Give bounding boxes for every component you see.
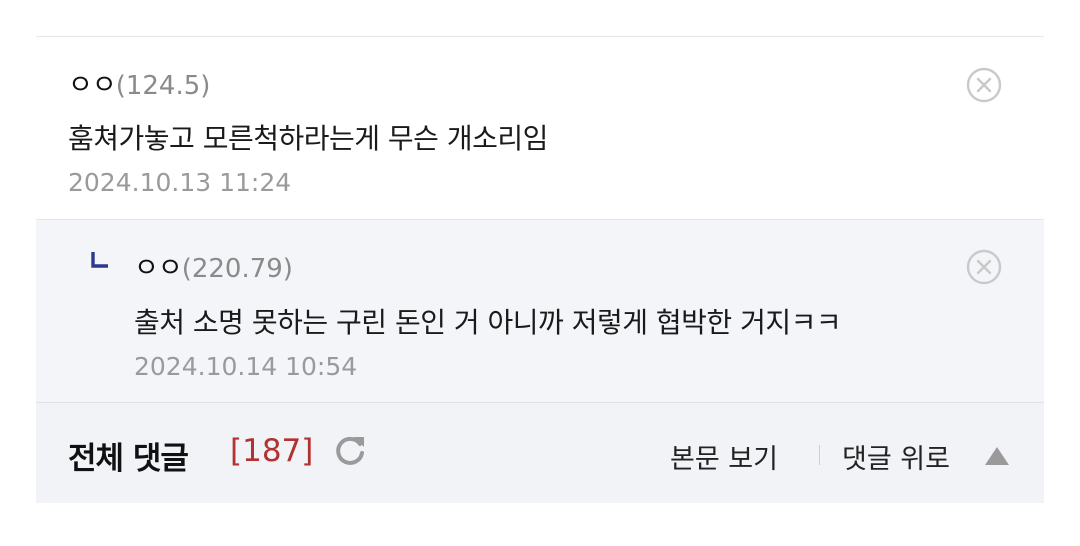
reply-date: 2024.10.14 10:54 <box>134 352 358 381</box>
reply-corner-icon <box>91 252 108 268</box>
reply-ip: (220.79) <box>181 254 293 284</box>
comment-item: ㅇㅇ (124.5) 훔쳐가놓고 모른척하라는게 무슨 개소리임 2024.10… <box>36 37 1044 219</box>
reply-item: ㅇㅇ (220.79) 출처 소명 못하는 구린 돈인 거 아니까 저렇게 협박… <box>36 219 1044 402</box>
to-top-link[interactable]: 댓글 위로 <box>842 437 950 476</box>
comment-author: ㅇㅇ (124.5) <box>68 63 210 102</box>
delete-reply-icon[interactable] <box>966 249 1002 285</box>
refresh-icon[interactable] <box>332 433 368 469</box>
all-comments-title: 전체 댓글 <box>68 441 189 477</box>
comment-count: [187] <box>230 433 314 469</box>
comment-date: 2024.10.13 11:24 <box>68 168 292 197</box>
comment-section: ㅇㅇ (124.5) 훔쳐가놓고 모른척하라는게 무슨 개소리임 2024.10… <box>36 0 1044 546</box>
delete-comment-icon[interactable] <box>966 67 1002 103</box>
footer-divider <box>819 445 820 465</box>
reply-author: ㅇㅇ (220.79) <box>134 246 293 285</box>
reply-nickname[interactable]: ㅇㅇ <box>134 246 183 285</box>
triangle-up-icon[interactable] <box>984 445 1010 467</box>
comment-footer: 전체 댓글 [187] 본문 보기 댓글 위로 <box>36 402 1044 503</box>
comment-ip: (124.5) <box>115 71 211 101</box>
comment-nickname[interactable]: ㅇㅇ <box>68 63 117 102</box>
comment-text: 훔쳐가놓고 모른척하라는게 무슨 개소리임 <box>68 122 548 155</box>
view-post-link[interactable]: 본문 보기 <box>670 437 778 476</box>
reply-text: 출처 소명 못하는 구린 돈인 거 아니까 저렇게 협박한 거지ㅋㅋ <box>134 306 842 339</box>
